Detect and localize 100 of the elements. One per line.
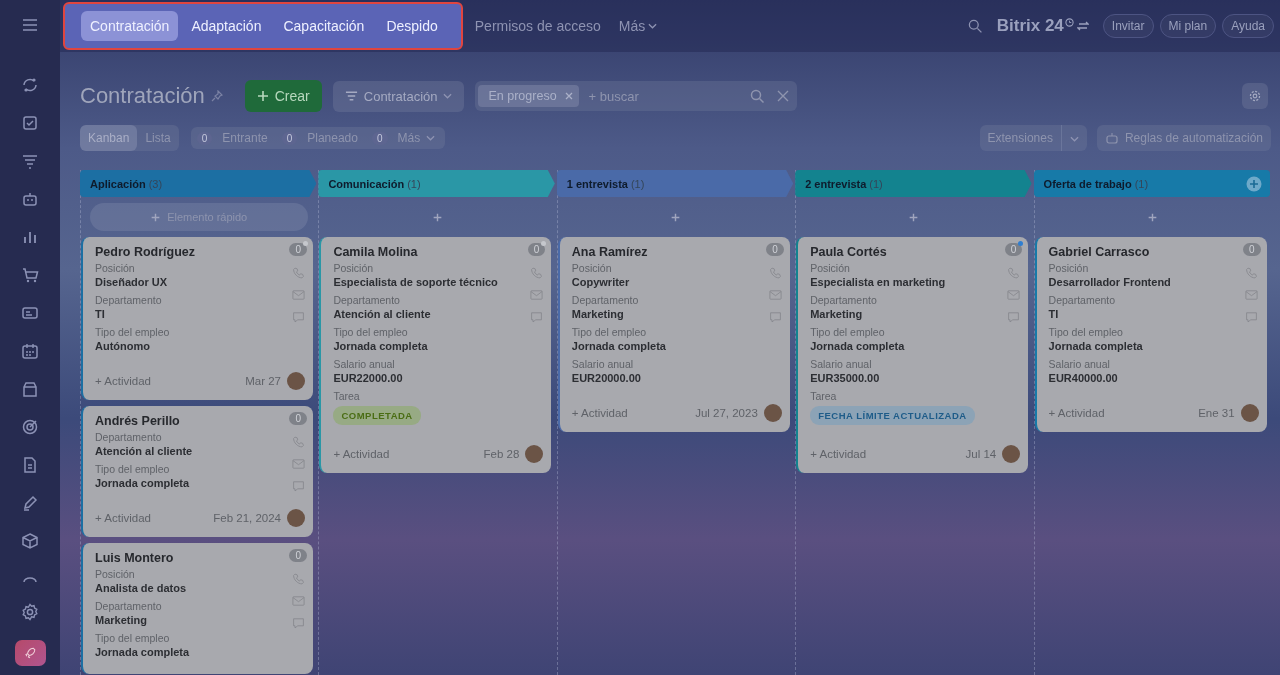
candidate-name[interactable]: Andrés Perillo: [95, 414, 180, 428]
field-label: Posición: [571, 262, 612, 274]
header-button[interactable]: Ayuda: [1222, 14, 1274, 38]
candidate-name[interactable]: Camila Molina: [333, 245, 418, 259]
pipeline-dropdown[interactable]: Contratación: [332, 80, 465, 112]
mail-icon[interactable]: [1244, 288, 1260, 302]
activity-counter: 0: [289, 412, 307, 425]
nav-tab[interactable]: Capacitación: [274, 11, 374, 41]
activity-counter: 0: [289, 243, 307, 256]
nav-tab[interactable]: Despido: [377, 11, 447, 41]
mail-icon[interactable]: [290, 457, 306, 471]
cart-icon[interactable]: [20, 265, 40, 285]
chat-icon[interactable]: [290, 616, 306, 630]
nav-tab[interactable]: Adaptación: [182, 11, 271, 41]
candidate-card[interactable]: Luis Montero Posición Analista de datos Departamento Marketing Tipo del empleo Jornada completa 0: [81, 543, 313, 674]
mail-icon[interactable]: [1005, 288, 1021, 302]
phone-icon[interactable]: [1005, 266, 1021, 280]
chat-icon[interactable]: [767, 310, 783, 324]
candidate-name[interactable]: Luis Montero: [95, 551, 174, 565]
add-activity-link[interactable]: + Actividad: [333, 448, 390, 460]
stage-header[interactable]: Comunicación (1): [318, 170, 555, 197]
candidate-card[interactable]: Pedro Rodríguez Posición Diseñador UX Departamento TI Tipo del empleo Autónomo + Actividad Mar 27 0: [81, 237, 313, 400]
candidate-name[interactable]: Paula Cortés: [810, 245, 887, 259]
add-activity-link[interactable]: + Actividad: [95, 375, 151, 387]
create-button[interactable]: Crear: [244, 80, 322, 112]
candidate-name[interactable]: Ana Ramírez: [571, 245, 648, 259]
checkbox-icon[interactable]: [20, 113, 40, 133]
field-label: Tipo del empleo: [571, 326, 647, 338]
mail-icon[interactable]: [290, 594, 306, 608]
candidate-card[interactable]: Paula Cortés Posición Especialista en marketing Departamento Marketing Tipo del empleo Jornada completa Salario anual EUR35000.00 Tarea FECHA LÍMITE ACTUALIZADA + Actividad Jul 14 0: [796, 237, 1029, 473]
add-stage-icon[interactable]: [1246, 175, 1262, 192]
filter-field[interactable]: En progreso + buscar: [475, 81, 798, 111]
chat-icon[interactable]: [529, 310, 545, 324]
candidate-card[interactable]: Ana Ramírez Posición Copywriter Departamento Marketing Tipo del empleo Jornada completa Salario anual EUR20000.00 + Actividad Jul 27, 2023 0: [557, 237, 790, 432]
add-activity-link[interactable]: + Actividad: [1048, 407, 1105, 419]
plus-icon[interactable]: [908, 211, 920, 223]
pin-icon[interactable]: [210, 90, 223, 102]
chat-icon[interactable]: [1005, 310, 1021, 324]
settings-button[interactable]: [1242, 83, 1268, 109]
stage-header[interactable]: 1 entrevista (1): [556, 170, 794, 197]
candidate-name[interactable]: Pedro Rodríguez: [95, 245, 195, 259]
field-value: Jornada completa: [95, 646, 190, 658]
rocket-button[interactable]: [14, 640, 46, 666]
mail-icon[interactable]: [290, 288, 306, 302]
stage-header[interactable]: Oferta de trabajo (1): [1033, 170, 1270, 197]
nav-link[interactable]: Permisos de acceso: [468, 11, 607, 41]
nav-tab[interactable]: Contratación: [81, 11, 179, 41]
phone-icon[interactable]: [529, 266, 545, 280]
phone-icon[interactable]: [290, 572, 306, 586]
chat-icon[interactable]: [290, 479, 306, 493]
stage-header[interactable]: Aplicación (3): [80, 170, 317, 197]
mail-icon[interactable]: [529, 288, 545, 302]
field-value: Atención al cliente: [333, 308, 431, 320]
target-icon[interactable]: [20, 417, 40, 437]
settings-icon[interactable]: [20, 602, 40, 622]
search-icon[interactable]: [966, 18, 983, 34]
phone-icon[interactable]: [1244, 266, 1260, 280]
close-icon[interactable]: [564, 92, 573, 100]
box-icon[interactable]: [20, 531, 40, 551]
close-icon[interactable]: [776, 89, 791, 103]
calendar-icon[interactable]: [20, 341, 40, 361]
mail-icon[interactable]: [767, 288, 783, 302]
add-activity-link[interactable]: + Actividad: [95, 512, 151, 524]
arc-icon[interactable]: [23, 577, 37, 583]
add-activity-link[interactable]: + Actividad: [810, 448, 867, 460]
plus-icon[interactable]: [431, 211, 443, 223]
search-icon[interactable]: [750, 89, 765, 103]
plus-icon[interactable]: [670, 211, 681, 223]
field-label: Posición: [95, 568, 135, 580]
candidate-card[interactable]: Gabriel Carrasco Posición Desarrollador Frontend Departamento TI Tipo del empleo Jornada completa Salario anual EUR40000.00 + Actividad Ene 31 0: [1034, 237, 1267, 432]
date-text: Jul 27, 2023: [695, 407, 758, 419]
swap-icon[interactable]: [1076, 20, 1089, 32]
add-activity-link[interactable]: + Actividad: [571, 407, 628, 419]
caret-icon: [1069, 136, 1079, 142]
chat-icon[interactable]: [290, 310, 306, 324]
candidate-name[interactable]: Gabriel Carrasco: [1048, 245, 1150, 259]
header-button[interactable]: Invitar: [1102, 14, 1154, 38]
field-label: Tipo del empleo: [95, 632, 170, 644]
store-icon[interactable]: [20, 379, 40, 399]
chat-icon[interactable]: [1244, 310, 1260, 324]
stage-title: Comunicación (1): [328, 177, 421, 190]
stage-header[interactable]: 2 entrevista (1): [795, 170, 1032, 197]
field-label: Departamento: [95, 600, 162, 612]
phone-icon[interactable]: [290, 435, 306, 449]
field-label: Posición: [810, 262, 850, 274]
settings-icon: [1248, 89, 1262, 103]
phone-icon[interactable]: [290, 266, 306, 280]
field-label: Departamento: [333, 294, 400, 306]
field-value: Jornada completa: [1048, 340, 1143, 352]
candidate-card[interactable]: Andrés Perillo Departamento Atención al cliente Tipo del empleo Jornada completa + Actividad Feb 21, 2024 0: [81, 406, 313, 537]
header-button[interactable]: Mi plan: [1159, 14, 1217, 38]
more-menu[interactable]: Más: [612, 11, 664, 41]
field-label: Tarea: [810, 390, 837, 402]
phone-icon[interactable]: [767, 266, 783, 280]
plus-icon[interactable]: [1146, 211, 1158, 223]
filter-chip[interactable]: En progreso: [478, 85, 579, 107]
field-label: Tipo del empleo: [810, 326, 885, 338]
field-label: Tipo del empleo: [333, 326, 408, 338]
logo[interactable]: Bitrix 24: [996, 16, 1064, 36]
candidate-card[interactable]: Camila Molina Posición Especialista de soporte técnico Departamento Atención al cliente Tipo del empleo Jornada completa Salario anual EUR22000.00 Tarea COMPLETADA + Actividad Feb 28 0: [319, 237, 552, 473]
